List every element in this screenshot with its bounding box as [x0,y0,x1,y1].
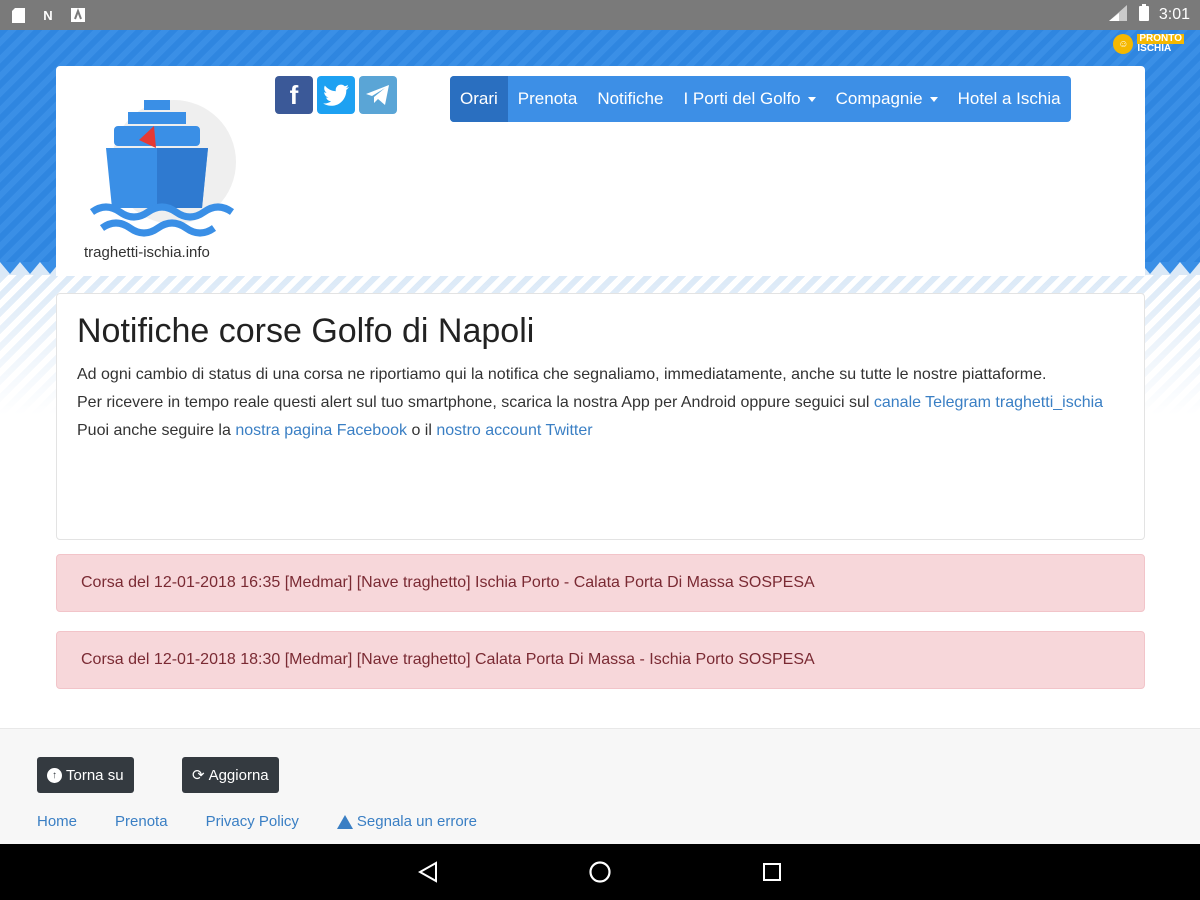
nav-item-porti-del-golfo[interactable]: I Porti del Golfo [673,76,825,122]
back-icon[interactable] [416,860,440,884]
page-title: Notifiche corse Golfo di Napoli [77,312,535,350]
recents-icon[interactable] [760,860,784,884]
caret-down-icon [807,96,816,102]
header-card: traghetti-ischia.info f Orari Prenota No… [56,66,1145,276]
signal-icon [1108,4,1129,26]
footer-link-home[interactable]: Home [37,813,77,830]
alert-notification: Corsa del 12-01-2018 18:30 [Medmar] [Nav… [56,631,1145,689]
nav-item-orari[interactable]: Orari [450,76,508,122]
arrow-up-circle-icon: ↑ [47,767,62,783]
battery-icon [1138,4,1149,26]
footer-links: Home Prenota Privacy Policy Segnala un e… [37,813,477,830]
facebook-icon[interactable]: f [275,76,313,114]
ship-logo-icon[interactable] [84,84,244,244]
twitter-account-link[interactable]: nostro account Twitter [436,422,592,439]
intro-card: Notifiche corse Golfo di Napoli Ad ogni … [56,293,1145,540]
android-nav-bar [0,844,1200,900]
footer-link-privacy-policy[interactable]: Privacy Policy [206,813,299,830]
nav-item-prenota[interactable]: Prenota [508,76,588,122]
intro-paragraph: Ad ogni cambio di status di una corsa ne… [77,366,1047,383]
site-name[interactable]: traghetti-ischia.info [84,244,254,261]
home-icon[interactable] [588,860,612,884]
footer-link-report-error[interactable]: Segnala un errore [336,813,477,830]
telegram-icon[interactable] [359,76,397,114]
footer-link-prenota[interactable]: Prenota [115,813,168,830]
refresh-icon: ⟳ [192,767,205,784]
sun-icon: ☺ [1113,34,1134,54]
back-to-top-button[interactable]: ↑ Torna su [37,757,134,793]
clock: 3:01 [1158,6,1190,23]
n-icon: N [43,7,53,23]
android-status-bar: N 3:01 [0,0,1200,30]
social-paragraph: Puoi anche seguire la nostra pagina Face… [77,422,593,439]
file-icon [10,7,26,23]
warning-icon [336,814,353,829]
nav-item-notifiche[interactable]: Notifiche [587,76,673,122]
twitter-icon[interactable] [317,76,355,114]
footer: ↑ Torna su ⟳ Aggiorna Home Prenota Priva… [0,728,1200,844]
telegram-channel-link[interactable]: canale Telegram traghetti_ischia [874,394,1103,411]
social-links: f [275,76,397,114]
caret-down-icon [929,96,938,102]
alert-notification: Corsa del 12-01-2018 16:35 [Medmar] [Nav… [56,554,1145,612]
nav-item-compagnie[interactable]: Compagnie [826,76,948,122]
nav-item-hotel-ischia[interactable]: Hotel a Ischia [948,76,1071,122]
a-icon [70,7,86,23]
telegram-paragraph: Per ricevere in tempo reale questi alert… [77,394,1104,411]
refresh-button[interactable]: ⟳ Aggiorna [182,757,279,793]
pronto-ischia-logo[interactable]: ☺ PRONTO ISCHIA [1113,34,1184,54]
main-nav: Orari Prenota Notifiche I Porti del Golf… [450,76,1071,122]
facebook-page-link[interactable]: nostra pagina Facebook [235,422,407,439]
